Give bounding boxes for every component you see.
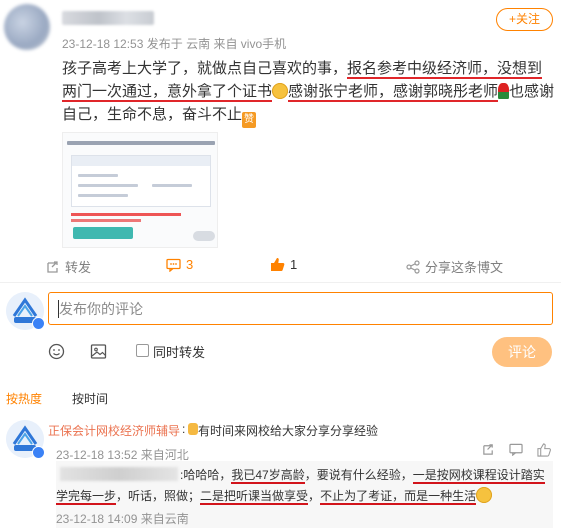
- tab-sort-time[interactable]: 按时间: [72, 390, 108, 407]
- share-button[interactable]: 分享这条博文: [406, 257, 503, 276]
- text-cursor: [58, 300, 59, 318]
- thumb-button: [73, 227, 133, 239]
- thumb-line: [152, 184, 192, 187]
- comment-input[interactable]: [48, 292, 553, 325]
- grin-emoji-icon: [476, 487, 493, 503]
- emoji-button[interactable]: [48, 343, 65, 363]
- rose-emoji-icon: [498, 83, 510, 99]
- thumb-red-note: [71, 213, 181, 216]
- repost-label: 转发: [65, 260, 92, 275]
- tab-sort-hot[interactable]: 按热度: [6, 390, 42, 407]
- thumb-line: [78, 184, 138, 187]
- reply-part-1: :哈哈哈，: [180, 468, 232, 482]
- comment-repost-button[interactable]: [482, 443, 495, 459]
- thumbs-emoji-icon: [188, 423, 198, 435]
- like-count: 1: [290, 257, 298, 272]
- reply-icon: [509, 443, 523, 457]
- post-text: 孩子高考上大学了，就做点自己喜欢的事，报名参考中级经济师，没想到两门一次通过，意…: [62, 57, 557, 128]
- post-author-avatar[interactable]: [4, 4, 50, 50]
- reply-part-3: ，听话，照做；: [116, 489, 201, 503]
- reply-meta: 23-12-18 14:09 来自云南: [56, 510, 189, 527]
- submit-comment-button[interactable]: 评论: [492, 337, 552, 367]
- reply-source: 来自云南: [140, 512, 189, 526]
- comment-icon: [166, 258, 181, 272]
- comment-count: 3: [186, 257, 194, 272]
- thumb-line: [78, 174, 118, 177]
- reply-part-4: ，: [308, 489, 321, 503]
- verified-badge-icon: [32, 317, 45, 330]
- post-text-part-1: 孩子高考上大学了，就做点自己喜欢的事，: [62, 60, 348, 77]
- reply-part-2: ，要说有什么经验，: [304, 468, 413, 482]
- thumb-red-note: [71, 219, 141, 222]
- share-label: 分享这条博文: [425, 260, 504, 275]
- image-upload-button[interactable]: [90, 343, 107, 363]
- repost-icon: [483, 444, 493, 455]
- post-text-underlined-2: 通过，意外拿了个证书: [122, 83, 273, 102]
- reply-underlined-4: 不止为了考证，而是一种生活: [320, 489, 477, 505]
- comment-reply-button[interactable]: [509, 443, 523, 459]
- post-time[interactable]: 23-12-18 12:53: [62, 37, 143, 51]
- emoji-icon: [48, 343, 65, 360]
- comment-time: 23-12-18 13:52: [56, 448, 138, 462]
- like-icon: [271, 258, 285, 271]
- post-location: 发布于 云南: [146, 37, 211, 51]
- post-author-name[interactable]: [62, 11, 154, 25]
- image-icon: [90, 344, 107, 359]
- follow-button[interactable]: +关注: [496, 8, 553, 31]
- comment-author[interactable]: 正保会计网校经济师辅导: [48, 422, 180, 439]
- repost-icon: [47, 260, 58, 273]
- post-text-underlined-3: 感谢张宁老师，感谢郭晓彤老师: [288, 83, 499, 102]
- comment-text: 有时间来网校给大家分享分享经验: [198, 424, 379, 438]
- also-repost-checkbox[interactable]: [136, 344, 149, 357]
- smile-emoji-icon: [272, 83, 289, 99]
- thumb-table: [71, 155, 211, 207]
- reply-text: :哈哈哈，我已47岁高龄，要说有什么经验，一是按网校课程设计踏实学完每一步，听话…: [56, 465, 551, 507]
- repost-button[interactable]: 转发: [46, 257, 91, 276]
- reply-underlined-1: 我已47岁高龄: [231, 468, 305, 484]
- comment-like-button[interactable]: [537, 443, 551, 460]
- like-icon: [537, 443, 551, 457]
- comment-source: 来自河北: [140, 448, 189, 462]
- verified-badge-icon: [32, 446, 45, 459]
- post-source: 来自 vivo手机: [213, 37, 287, 51]
- thumb-line: [78, 194, 128, 197]
- certificate-image-thumbnail[interactable]: [62, 132, 218, 248]
- share-icon: [406, 259, 420, 274]
- comment-colon: :: [182, 422, 186, 436]
- like-button[interactable]: 1: [270, 257, 297, 272]
- thumb-table-header: [72, 156, 210, 166]
- thumb-title-line: [67, 141, 215, 145]
- thumb-watermark: [193, 231, 215, 241]
- post-meta: 23-12-18 12:53 发布于 云南 来自 vivo手机: [62, 35, 286, 52]
- praise-badge-icon: 赞: [242, 112, 257, 128]
- comment-button[interactable]: 3: [166, 257, 193, 272]
- reply-time: 23-12-18 14:09: [56, 512, 138, 526]
- also-repost-label[interactable]: 同时转发: [153, 342, 205, 361]
- divider: [0, 282, 561, 283]
- reply-underlined-3: 二是把听课当做享受: [200, 489, 309, 505]
